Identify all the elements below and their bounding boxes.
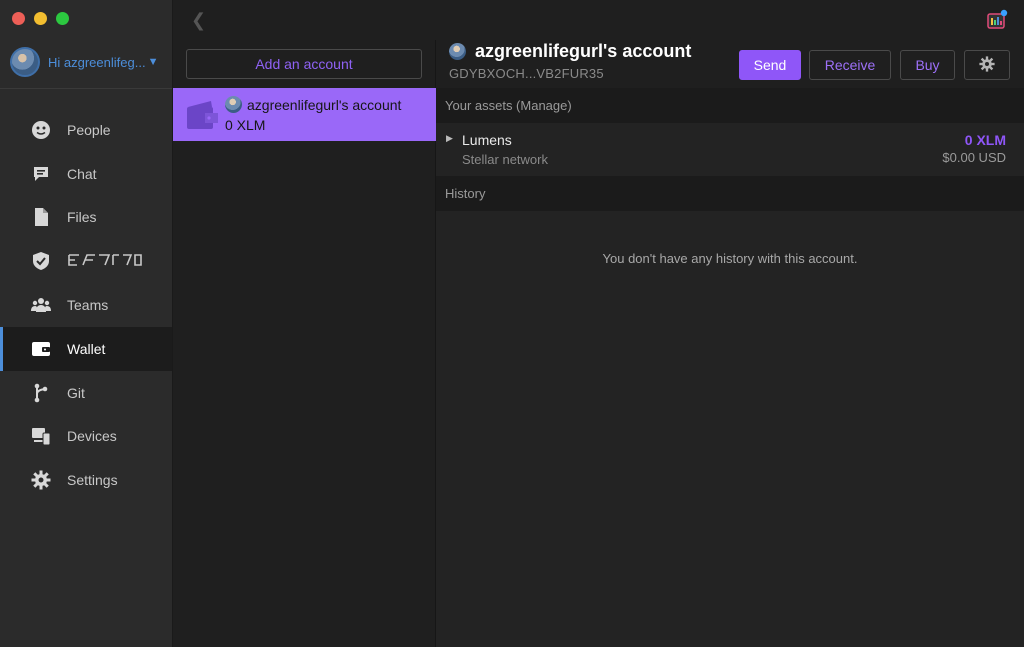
sidebar-item-label: Devices (67, 428, 117, 445)
sidebar: Hi azgreenlifeg... ▼ People Chat Files T… (0, 0, 173, 647)
sidebar-item-git[interactable]: Git (0, 371, 172, 415)
sidebar-item-wallet[interactable]: Wallet (0, 326, 172, 371)
wallet-icon (185, 99, 219, 131)
sidebar-item-label: Chat (67, 165, 97, 182)
account-name: azgreenlifegurl's account (247, 97, 402, 113)
teams-icon (30, 294, 52, 316)
account-detail-panel: azgreenlifegurl's account GDYBXOCH...VB2… (436, 40, 1024, 647)
sidebar-divider (0, 88, 172, 89)
chevron-down-icon: ▼ (147, 56, 159, 68)
sidebar-item-label: Files (67, 209, 97, 226)
sidebar-item-people[interactable]: People (0, 108, 172, 152)
asset-amount: 0 XLM (964, 132, 1006, 148)
user-greeting: Hi azgreenlifeg... (48, 54, 146, 70)
people-icon (30, 119, 52, 141)
sidebar-item-teams[interactable]: Teams (0, 283, 172, 327)
window-controls (12, 12, 69, 25)
sidebar-item-crypto[interactable] (0, 239, 172, 283)
sidebar-item-label: Teams (67, 297, 109, 314)
buy-button[interactable]: Buy (900, 50, 955, 80)
files-icon (30, 206, 52, 228)
asset-usd-value: $0.00 USD (942, 150, 1006, 165)
history-section-header: History (436, 176, 1024, 211)
minimize-window-button[interactable] (34, 12, 47, 25)
account-header: azgreenlifegurl's account GDYBXOCH...VB2… (436, 40, 1024, 88)
app-status-icon[interactable] (986, 9, 1008, 31)
account-avatar (449, 43, 466, 60)
asset-name: Lumens (462, 132, 512, 148)
chat-icon (30, 163, 52, 185)
expand-caret-icon[interactable]: ▶ (446, 133, 453, 144)
history-empty-message: You don't have any history with this acc… (602, 251, 858, 266)
gear-icon (979, 55, 995, 75)
send-button[interactable]: Send (739, 50, 801, 80)
asset-row-lumens[interactable]: ▶ Lumens Stellar network 0 XLM $0.00 USD (436, 123, 1024, 175)
asset-network: Stellar network (462, 152, 548, 167)
sidebar-nav: People Chat Files Teams Wallet Git Devic… (0, 108, 172, 502)
sidebar-item-label: Settings (67, 472, 118, 489)
devices-icon (30, 425, 52, 447)
account-balance: 0 XLM (225, 117, 266, 133)
user-avatar (10, 47, 40, 77)
gear-icon (30, 469, 52, 491)
assets-section-header[interactable]: Your assets (Manage) (436, 88, 1024, 123)
account-settings-button[interactable] (964, 50, 1010, 80)
user-menu[interactable]: Hi azgreenlifeg... ▼ (10, 46, 164, 78)
crypto-wordmark-icon (67, 253, 143, 270)
sidebar-item-label: People (67, 121, 111, 138)
sidebar-item-label: Git (67, 384, 85, 401)
sidebar-item-devices[interactable]: Devices (0, 415, 172, 459)
sidebar-item-chat[interactable]: Chat (0, 152, 172, 196)
account-list-item[interactable]: azgreenlifegurl's account 0 XLM (173, 88, 436, 141)
back-arrow-icon[interactable]: ❮ (191, 10, 206, 31)
crypto-shield-icon (30, 250, 52, 272)
sidebar-item-settings[interactable]: Settings (0, 458, 172, 502)
account-title: azgreenlifegurl's account (475, 41, 692, 61)
accounts-panel: Add an account azgreenlifegurl's account… (173, 40, 436, 647)
top-bar: ❮ (173, 0, 1024, 40)
wallet-icon (30, 338, 52, 360)
add-account-button[interactable]: Add an account (186, 49, 422, 79)
receive-button[interactable]: Receive (809, 50, 891, 80)
keybase-window: Hi azgreenlifeg... ▼ People Chat Files T… (0, 0, 1024, 647)
close-window-button[interactable] (12, 12, 25, 25)
sidebar-item-label: Wallet (67, 340, 106, 357)
sidebar-item-files[interactable]: Files (0, 196, 172, 240)
zoom-window-button[interactable] (56, 12, 69, 25)
account-avatar (225, 96, 242, 113)
account-public-key[interactable]: GDYBXOCH...VB2FUR35 (449, 66, 604, 81)
git-icon (30, 382, 52, 404)
